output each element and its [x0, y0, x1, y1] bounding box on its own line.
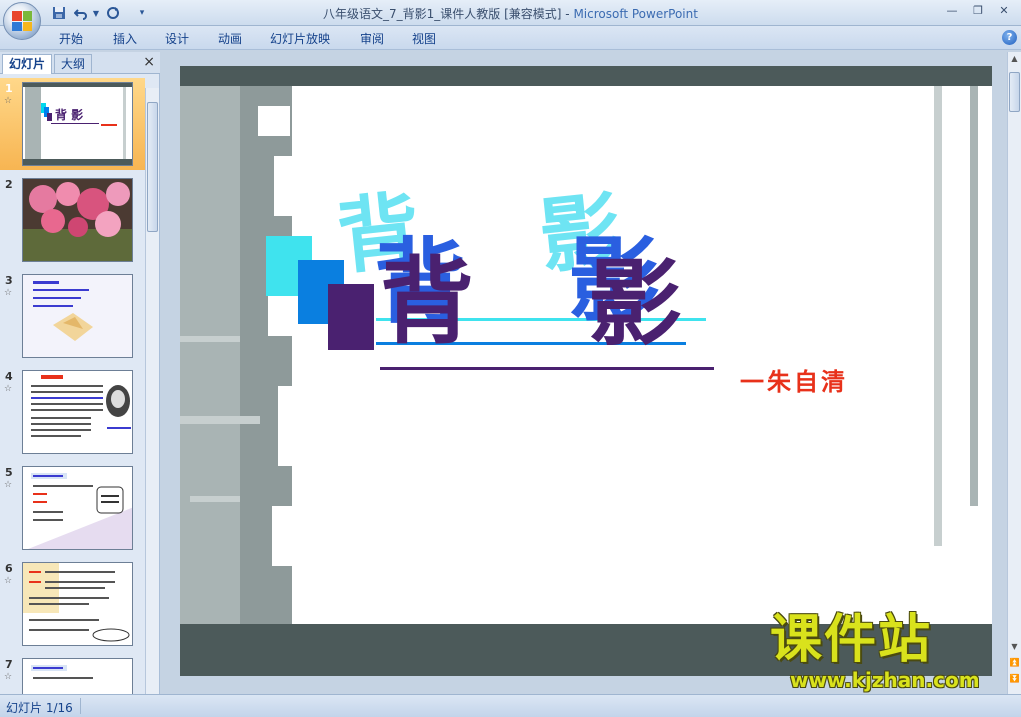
- thumbnail-preview: [22, 370, 133, 454]
- tab-animations[interactable]: 动画: [218, 30, 242, 47]
- thumbnail-number: 3: [5, 274, 13, 287]
- app-name: Microsoft PowerPoint: [573, 7, 698, 21]
- thumbnail-slide-7[interactable]: 7 ☆: [0, 654, 145, 694]
- thumbnail-slide-3[interactable]: 3 ☆: [0, 270, 145, 362]
- tab-slides[interactable]: 幻灯片: [2, 54, 53, 74]
- scroll-down-icon[interactable]: ▼: [1009, 642, 1020, 654]
- thumbnail-number: 1: [5, 82, 13, 95]
- status-divider: [80, 698, 81, 714]
- thumbnail-scrollbar[interactable]: [145, 88, 159, 694]
- slide-title-char-1: 背: [380, 248, 474, 357]
- tab-view[interactable]: 视图: [412, 30, 436, 47]
- thumbnail-preview: [22, 658, 133, 694]
- slide-graphics: 背 影 背 影 背 影 一朱自清: [180, 86, 978, 624]
- tab-design[interactable]: 设计: [165, 30, 189, 47]
- thumbnail-slide-2[interactable]: 2: [0, 174, 145, 266]
- tab-review[interactable]: 审阅: [360, 30, 384, 47]
- slide-editor: 背 影 背 影 背 影 一朱自清: [162, 52, 1007, 694]
- pane-tabs: 幻灯片 大纲 ×: [0, 52, 160, 74]
- restore-icon[interactable]: ❐: [966, 2, 990, 20]
- thumbnail-number: 4: [5, 370, 13, 383]
- tab-home[interactable]: 开始: [59, 30, 83, 47]
- slide-canvas[interactable]: 背 影 背 影 背 影 一朱自清: [180, 86, 992, 624]
- thumbnail-slide-4[interactable]: 4 ☆: [0, 366, 145, 458]
- close-icon[interactable]: ✕: [992, 2, 1016, 20]
- thumbnail-slide-6[interactable]: 6 ☆: [0, 558, 145, 650]
- tab-insert[interactable]: 插入: [113, 30, 137, 47]
- scrollbar-thumb[interactable]: [1009, 72, 1020, 112]
- slide-counter: 幻灯片 1/16: [6, 701, 73, 715]
- title-bar: ▼ ▾ 八年级语文_7_背影1_课件人教版 [兼容模式] - Microsoft…: [0, 0, 1021, 26]
- thumbnail-preview: [22, 562, 133, 646]
- thumbnail-slide-5[interactable]: 5 ☆: [0, 462, 145, 554]
- scroll-up-icon[interactable]: ▲: [1009, 54, 1020, 66]
- previous-slide-icon[interactable]: ⏫: [1009, 658, 1020, 670]
- minimize-icon[interactable]: —: [940, 2, 964, 20]
- tab-outline[interactable]: 大纲: [54, 54, 93, 74]
- thumbnail-number: 2: [5, 178, 13, 191]
- status-bar: 幻灯片 1/16: [0, 694, 1021, 717]
- slide-title-char-2: 影: [588, 250, 682, 359]
- thumbnail-number: 6: [5, 562, 13, 575]
- close-pane-icon[interactable]: ×: [143, 54, 155, 70]
- slide-frame: 背 影 背 影 背 影 一朱自清: [180, 66, 992, 676]
- document-title: 八年级语文_7_背影1_课件人教版 [兼容模式] -: [323, 7, 574, 21]
- animation-star-icon: ☆: [4, 480, 13, 490]
- animation-star-icon: ☆: [4, 384, 13, 394]
- animation-star-icon: ☆: [4, 288, 13, 298]
- slide-author: 一朱自清: [740, 368, 848, 396]
- animation-star-icon: ☆: [4, 672, 13, 682]
- thumbnail-slide-1[interactable]: 1 ☆ 背 影: [0, 78, 145, 170]
- thumbnail-preview: [22, 178, 133, 262]
- slides-pane: 幻灯片 大纲 × 1 ☆ 背 影 2 3 ☆ 4 ☆ 5 ☆ 6 ☆ 7 ☆: [0, 52, 160, 694]
- thumbnail-number: 5: [5, 466, 13, 479]
- animation-star-icon: ☆: [4, 96, 13, 106]
- slide-scrollbar[interactable]: ▲ ▼ ⏫ ⏬: [1007, 52, 1021, 694]
- animation-star-icon: ☆: [4, 576, 13, 586]
- thumbnail-preview: 背 影: [22, 82, 133, 166]
- tab-slideshow[interactable]: 幻灯片放映: [270, 30, 330, 47]
- ribbon-tabs: 开始 插入 设计 动画 幻灯片放映 审阅 视图 ?: [0, 26, 1021, 50]
- thumbnail-number: 7: [5, 658, 13, 671]
- next-slide-icon[interactable]: ⏬: [1009, 674, 1020, 686]
- svg-text:背 影: 背 影: [55, 107, 83, 122]
- window-title: 八年级语文_7_背影1_课件人教版 [兼容模式] - Microsoft Pow…: [0, 5, 1021, 22]
- help-icon[interactable]: ?: [1002, 30, 1017, 45]
- thumbnail-preview: [22, 466, 133, 550]
- watermark-url: www.kjzhan.com: [790, 668, 980, 692]
- thumbnail-preview: [22, 274, 133, 358]
- scrollbar-thumb[interactable]: [147, 102, 158, 232]
- office-button[interactable]: [3, 2, 41, 40]
- thumbnail-list: 1 ☆ 背 影 2 3 ☆ 4 ☆ 5 ☆ 6 ☆ 7 ☆: [0, 78, 145, 694]
- watermark-logo: 课件站: [770, 610, 933, 670]
- office-logo-icon: [12, 11, 32, 31]
